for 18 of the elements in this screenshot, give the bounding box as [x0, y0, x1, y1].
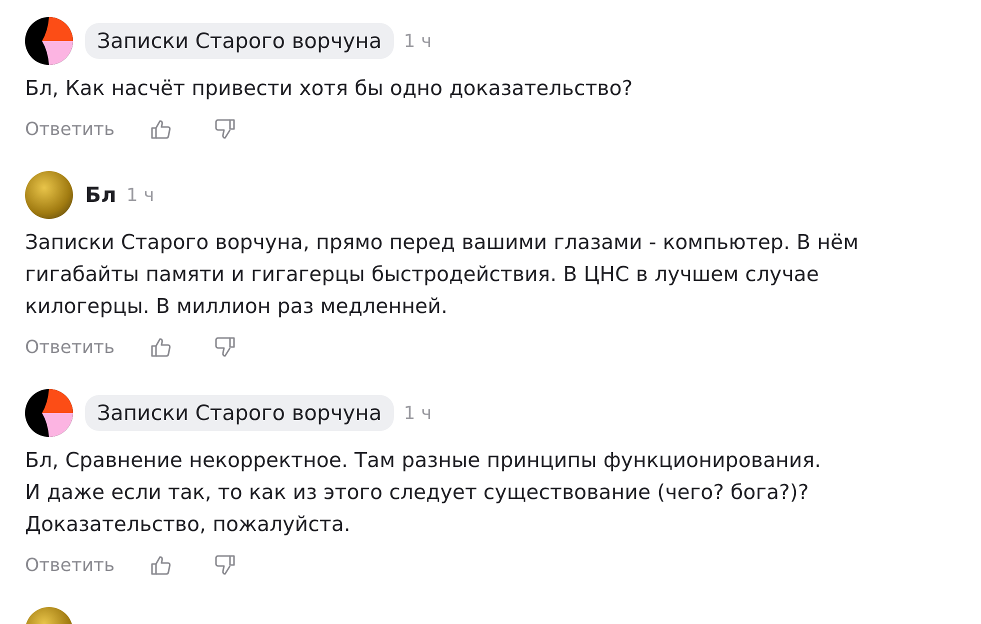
thumbs-up-icon[interactable] — [148, 335, 173, 359]
comment-time: 1 ч — [404, 30, 432, 52]
author-name[interactable]: Бл — [85, 177, 116, 213]
author-name[interactable]: Записки Старого ворчуна — [85, 23, 394, 59]
thumbs-up-icon[interactable] — [148, 117, 173, 141]
avatar-logo-icon — [25, 389, 73, 437]
comment-text: Бл, Сравнение некорректное. Там разные принципы функционирования. И даже если так, то как из этого следует существование (чего? бога?)? Доказательство, пожалуйста. — [25, 447, 822, 538]
author-name[interactable]: Записки Старого ворчуна — [85, 395, 394, 431]
thumbs-down-icon[interactable] — [212, 117, 237, 141]
thumbs-down-icon[interactable] — [212, 335, 237, 359]
comment-text: Бл, Как насчёт привести хотя бы одно доказательство? — [25, 75, 634, 102]
thumbs-down-icon[interactable] — [212, 553, 237, 577]
comment-time: 1 ч — [404, 402, 432, 424]
comment-time: 1 ч — [126, 184, 154, 206]
avatar-logo-icon — [25, 17, 73, 65]
avatar-photo-placeholder — [25, 171, 73, 219]
thumbs-up-icon[interactable] — [148, 553, 173, 577]
comment-text: Записки Старого ворчуна, прямо перед вашими глазами - компьютер. В нём гигабайты памяти и гигагерцы быстродействия. В ЦНС в лучшем случае килогерцы. В миллион раз медленней. — [25, 229, 860, 320]
